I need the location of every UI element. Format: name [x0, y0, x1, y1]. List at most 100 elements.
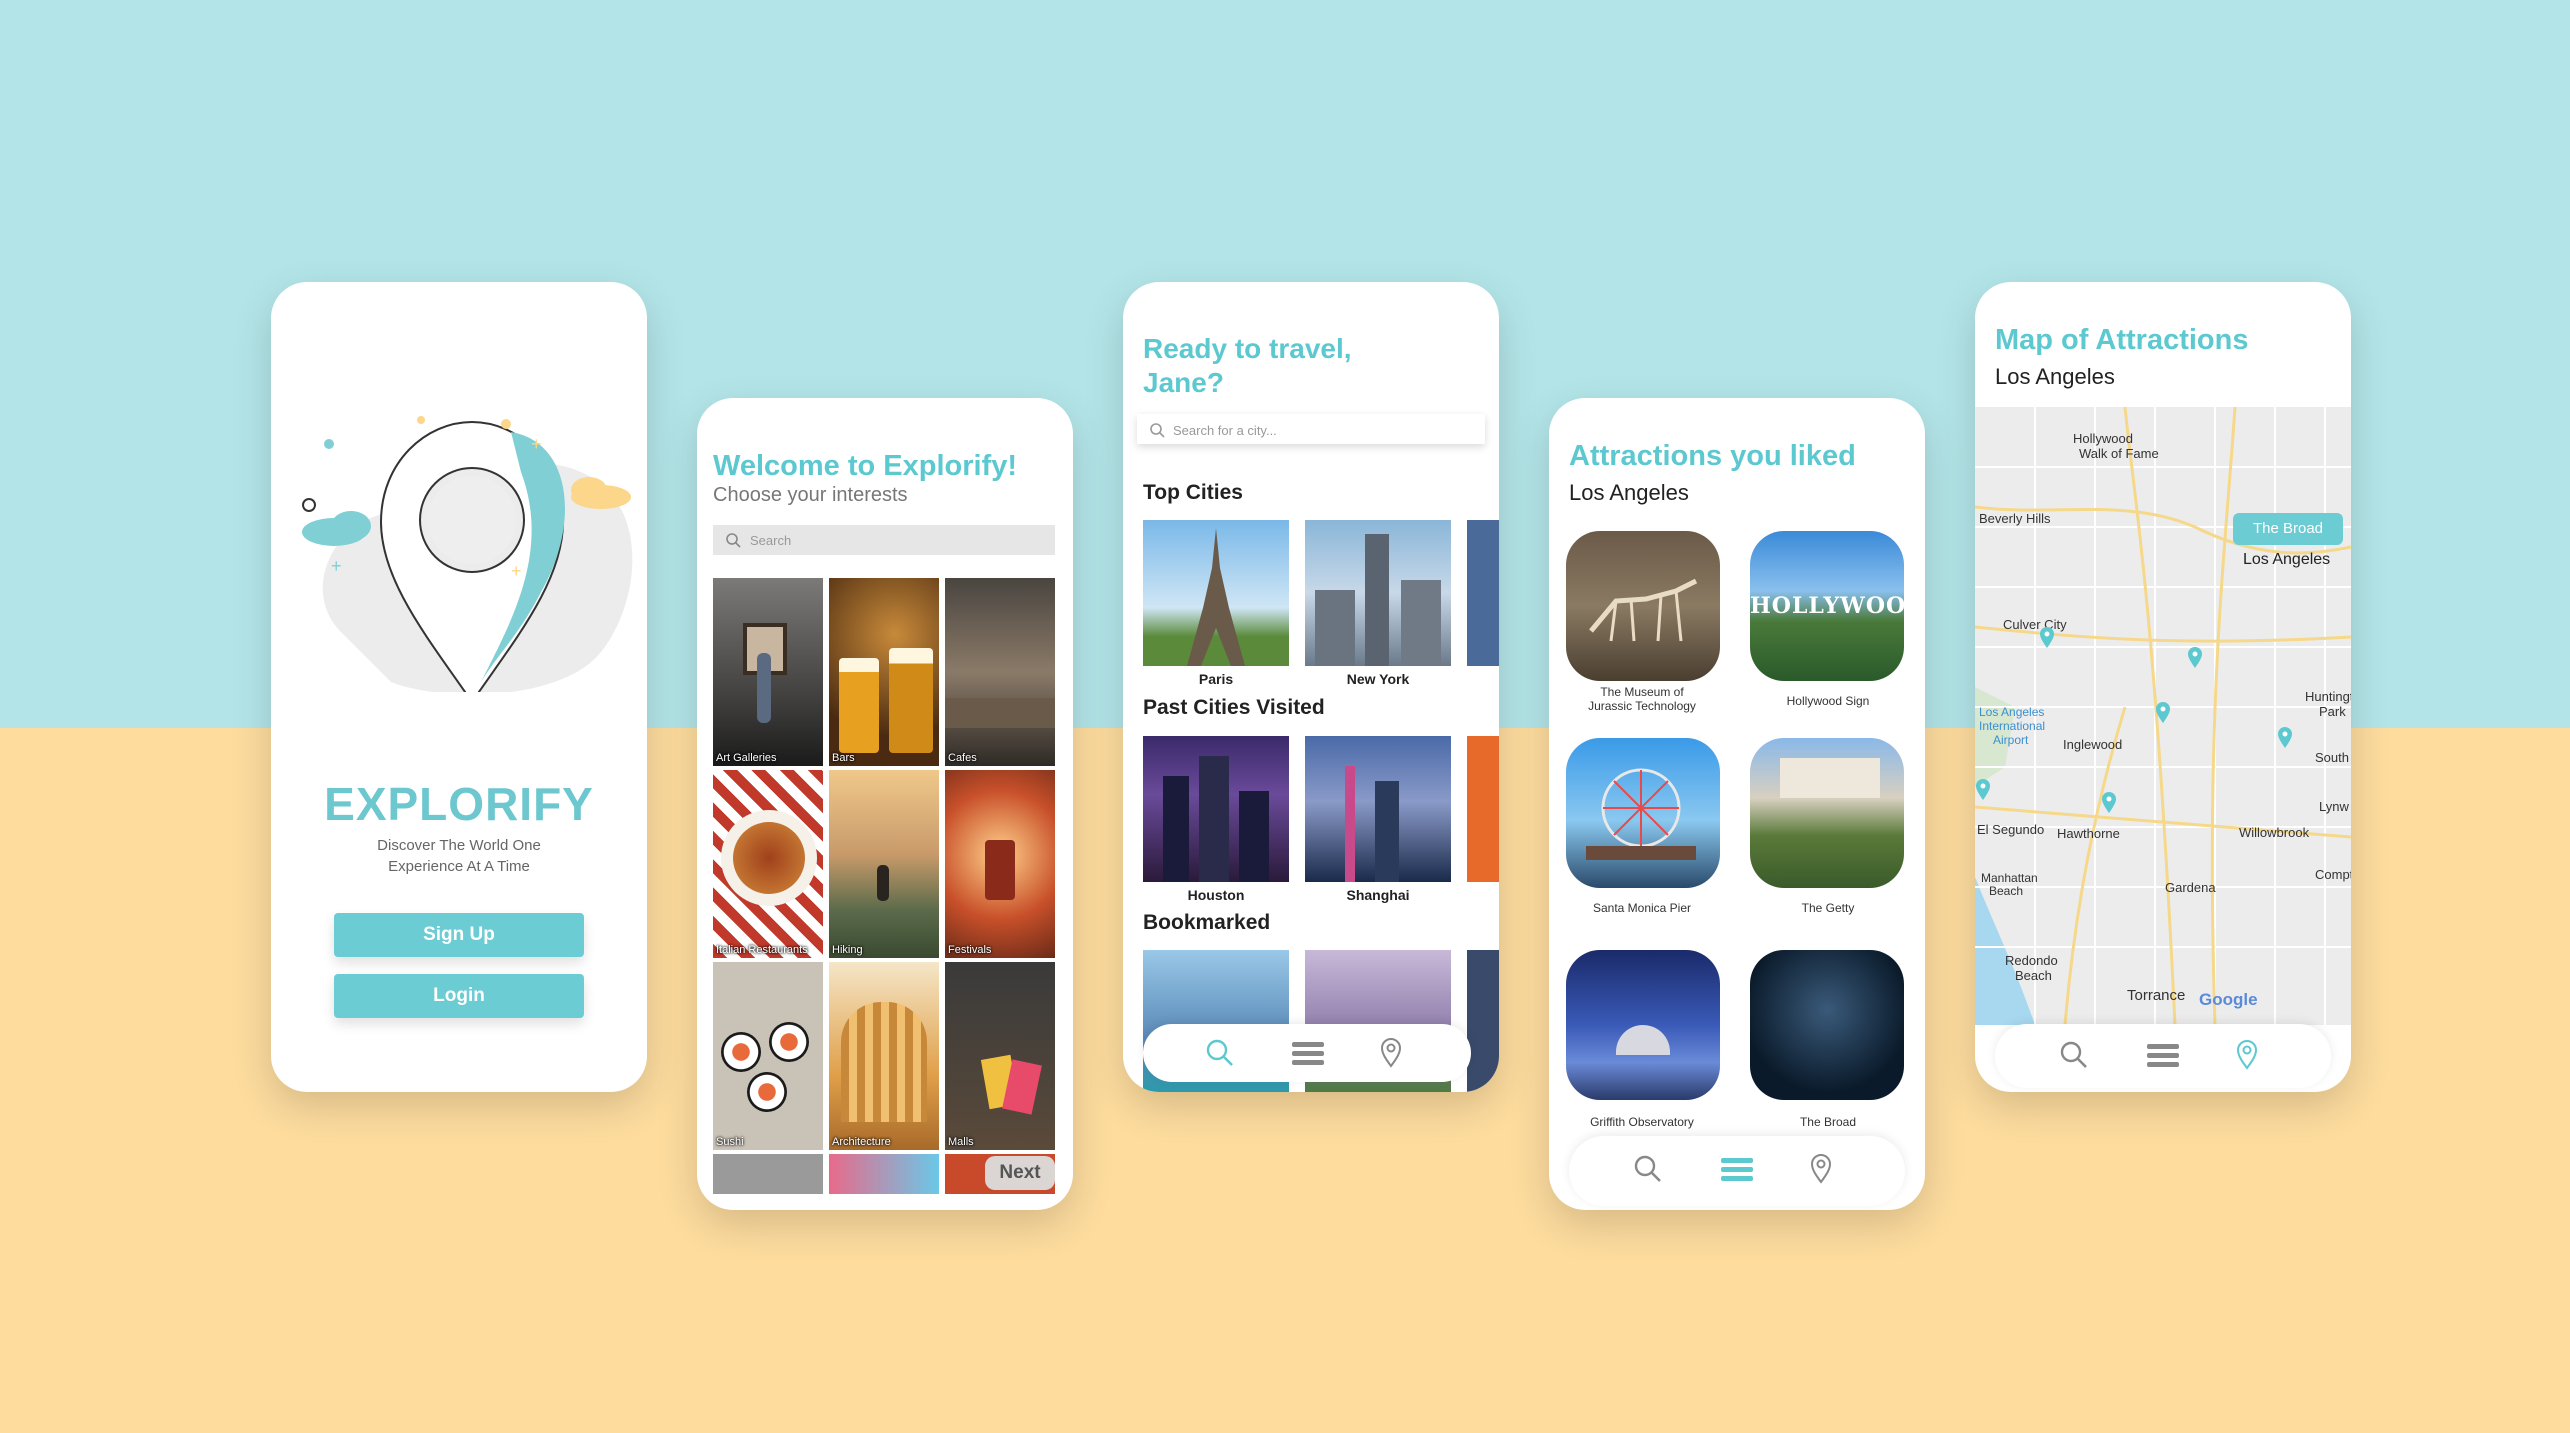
google-logo: Google [2199, 990, 2258, 1009]
location-pin-icon[interactable] [2236, 1040, 2258, 1070]
attraction-card[interactable] [1750, 950, 1904, 1100]
attraction-card[interactable] [1566, 738, 1720, 888]
city-label: Paris [1198, 671, 1234, 687]
map-callout[interactable]: The Broad [2233, 513, 2343, 545]
attraction-card[interactable] [1566, 531, 1720, 681]
attraction-label: The Museum of Jurassic Technology [1588, 685, 1696, 713]
city-card-partial[interactable] [1467, 520, 1499, 666]
interest-tile[interactable]: Art Galleries [713, 578, 823, 766]
city-label: New York [1346, 671, 1410, 687]
phone-home: Ready to travel, Jane? Search for a city… [1123, 282, 1499, 1092]
phone-attractions: Attractions you liked Los Angeles HOLLYW… [1549, 398, 1925, 1210]
map-label: Manhattan [1981, 871, 2038, 885]
interest-tile[interactable]: Malls [945, 962, 1055, 1150]
map-label: Gardena [2165, 880, 2216, 895]
city-card-partial[interactable] [1467, 736, 1499, 882]
map-marker-icon[interactable] [2101, 792, 2117, 814]
location-pin-icon[interactable] [1380, 1038, 1402, 1068]
interest-tile[interactable]: Festivals [945, 770, 1055, 958]
interest-tile[interactable]: Sushi [713, 962, 823, 1150]
map-view[interactable]: Hollywood Walk of Fame Beverly Hills The… [1975, 407, 2351, 1025]
map-city: Los Angeles [1995, 364, 2115, 389]
map-label: Airport [1993, 733, 2029, 747]
next-button[interactable]: Next [985, 1156, 1055, 1190]
phone-interests: Welcome to Explorify! Choose your intere… [697, 398, 1073, 1210]
city-label: Shanghai [1346, 887, 1410, 903]
bottom-nav [1995, 1024, 2331, 1088]
map-label: Inglewood [2063, 737, 2123, 752]
interest-tile[interactable]: Bars [829, 578, 939, 766]
city-card-partial[interactable] [1467, 950, 1499, 1092]
sign-up-button[interactable]: Sign Up [334, 913, 584, 957]
attraction-label: Griffith Observatory [1590, 1115, 1694, 1129]
interest-tile[interactable]: Hiking [829, 770, 939, 958]
city-card-new-york[interactable] [1305, 520, 1451, 666]
greeting-line-1: Ready to travel, [1143, 333, 1352, 364]
interest-tile[interactable]: Cafes [945, 578, 1055, 766]
attraction-card[interactable] [1750, 738, 1904, 888]
past-cities-heading: Past Cities Visited [1143, 696, 1325, 719]
attraction-card[interactable] [1566, 950, 1720, 1100]
menu-icon[interactable] [2147, 1044, 2179, 1068]
greeting-line-2: Jane? [1143, 367, 1224, 398]
map-label: Huntingto [2305, 689, 2351, 704]
svg-text:+: + [511, 561, 522, 581]
login-button[interactable]: Login [334, 974, 584, 1018]
city-card-paris[interactable] [1143, 520, 1289, 666]
map-marker-icon[interactable] [2277, 727, 2293, 749]
interest-tile[interactable]: Italian Restaurants [713, 770, 823, 958]
attraction-card[interactable]: HOLLYWOOD [1750, 531, 1904, 681]
attractions-title: Attractions you liked [1569, 440, 1856, 472]
map-label: Willowbrook [2239, 825, 2310, 840]
map-marker-icon[interactable] [2155, 702, 2171, 724]
attraction-label: Santa Monica Pier [1592, 901, 1692, 915]
attraction-label: Hollywood Sign [1786, 694, 1870, 708]
interest-label: Bars [832, 752, 855, 764]
tagline-line-1: Discover The World One [377, 837, 541, 854]
search-icon[interactable] [2059, 1040, 2089, 1070]
interest-label: Architecture [832, 1136, 891, 1148]
menu-icon[interactable] [1292, 1042, 1324, 1066]
bookmarked-heading: Bookmarked [1143, 911, 1271, 934]
map-label: Redondo [2005, 953, 2058, 968]
interest-label: Festivals [948, 944, 992, 956]
attraction-label: The Getty [1801, 901, 1855, 915]
interest-tile[interactable] [829, 1154, 939, 1194]
search-icon [1150, 423, 1165, 438]
city-search-input[interactable]: Search for a city... [1137, 414, 1485, 444]
city-label: Houston [1187, 887, 1245, 903]
menu-icon[interactable] [1721, 1158, 1753, 1182]
map-label: Beach [1989, 884, 2024, 898]
map-label: El Segundo [1977, 822, 2045, 837]
map-label: Beach [2015, 968, 2052, 983]
map-label: International [1979, 719, 2046, 733]
location-pin-icon[interactable] [1810, 1154, 1832, 1184]
map-label: South [2315, 750, 2349, 765]
map-marker-icon[interactable] [2039, 627, 2055, 649]
map-marker-icon[interactable] [1975, 779, 1991, 801]
attraction-label: The Broad [1799, 1115, 1857, 1129]
map-title: Map of Attractions [1995, 324, 2249, 356]
city-search-placeholder: Search for a city... [1173, 423, 1277, 438]
search-icon[interactable] [1633, 1154, 1663, 1184]
map-label: Los Angeles [1979, 705, 2045, 719]
map-label: Culver City [2003, 617, 2067, 632]
interest-tile[interactable]: Architecture [829, 962, 939, 1150]
map-label: Lynw [2319, 799, 2349, 814]
interests-subtitle: Choose your interests [713, 484, 908, 506]
interest-tile[interactable] [713, 1154, 823, 1194]
search-input[interactable]: Search [713, 525, 1055, 555]
top-cities-heading: Top Cities [1143, 481, 1243, 504]
search-placeholder: Search [750, 533, 792, 548]
map-label: Park [2319, 704, 2346, 719]
map-marker-icon[interactable] [2187, 647, 2203, 669]
city-card-houston[interactable] [1143, 736, 1289, 882]
search-icon[interactable] [1205, 1038, 1235, 1068]
city-card-shanghai[interactable] [1305, 736, 1451, 882]
welcome-title: Welcome to Explorify! [713, 450, 1018, 482]
interest-label: Sushi [716, 1136, 744, 1148]
interest-label: Italian Restaurants [716, 944, 808, 956]
search-icon [726, 533, 741, 548]
map-pin-illustration: + + + [302, 416, 633, 692]
phone-map: Map of Attractions Los Angeles Hollywood [1975, 282, 2351, 1092]
